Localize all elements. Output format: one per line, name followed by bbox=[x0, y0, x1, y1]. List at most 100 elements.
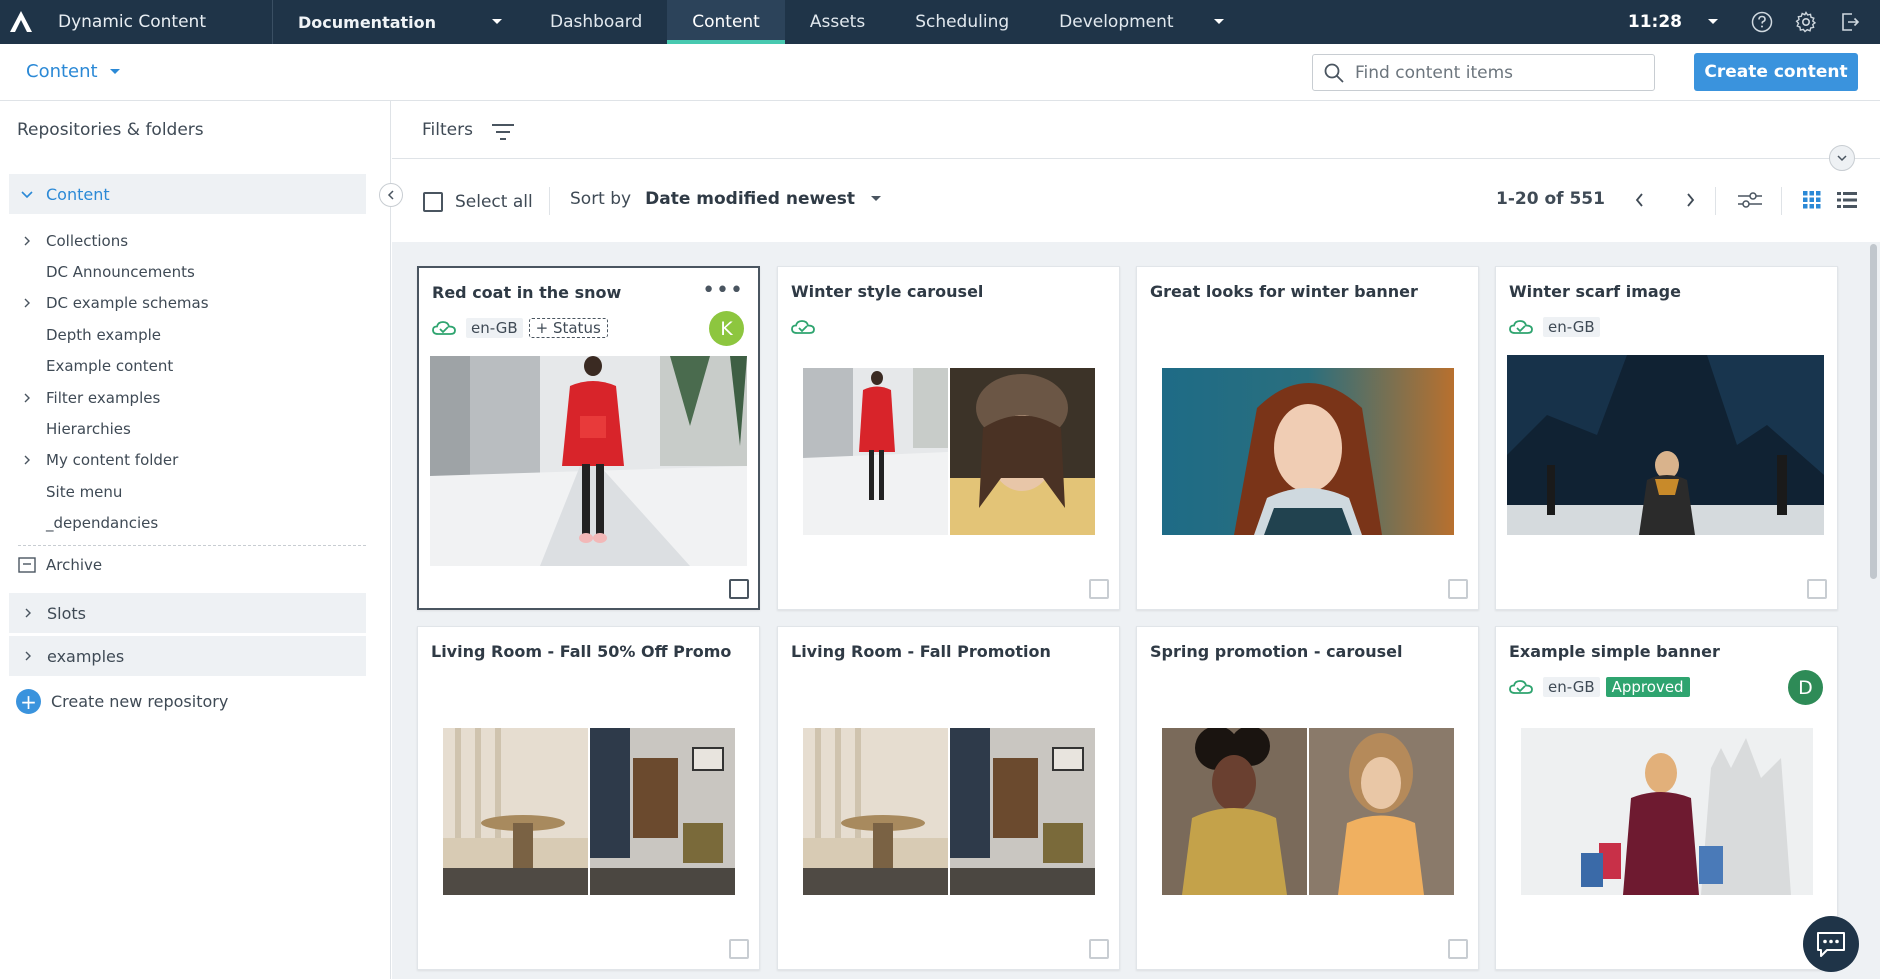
more-options-icon[interactable]: ••• bbox=[702, 278, 744, 303]
gear-icon[interactable] bbox=[1794, 10, 1818, 34]
cloud-published-icon bbox=[1509, 680, 1533, 694]
chevron-right-icon[interactable] bbox=[22, 392, 32, 404]
divider bbox=[18, 545, 366, 546]
archive-label: Archive bbox=[46, 556, 103, 574]
card-meta: en-GB Approved bbox=[1509, 675, 1690, 699]
divider bbox=[1715, 187, 1716, 215]
card-thumbnail bbox=[1507, 355, 1824, 535]
folder-label: Site menu bbox=[46, 482, 123, 501]
folder-item[interactable]: Collections bbox=[0, 225, 366, 256]
sort-by-label: Sort by bbox=[570, 189, 632, 209]
card-checkbox[interactable] bbox=[1448, 579, 1468, 599]
content-grid: Red coat in the snow ••• en-GB + Status … bbox=[392, 242, 1867, 979]
collapse-sidebar-button[interactable] bbox=[379, 183, 403, 207]
next-page-button[interactable] bbox=[1678, 188, 1702, 212]
folder-item[interactable]: Depth example bbox=[0, 319, 366, 350]
tab-scheduling[interactable]: Scheduling bbox=[890, 0, 1034, 44]
chevron-down-icon bbox=[492, 19, 502, 24]
chat-button[interactable] bbox=[1803, 916, 1859, 972]
content-card[interactable]: Great looks for winter banner bbox=[1136, 266, 1479, 610]
content-card[interactable]: Spring promotion - carousel bbox=[1136, 626, 1479, 970]
filters-label[interactable]: Filters bbox=[422, 120, 473, 140]
sidebar-repo-examples[interactable]: examples bbox=[9, 636, 366, 676]
create-content-button[interactable]: Create content bbox=[1694, 53, 1858, 91]
content-card[interactable]: Living Room - Fall 50% Off Promo... bbox=[417, 626, 760, 970]
cloud-published-icon bbox=[791, 320, 815, 334]
sort-value: Date modified newest bbox=[645, 189, 855, 209]
expand-filters-button[interactable] bbox=[1829, 145, 1855, 171]
filter-icon[interactable] bbox=[490, 122, 516, 142]
prev-page-button[interactable] bbox=[1628, 188, 1652, 212]
sidebar-heading: Repositories & folders bbox=[17, 120, 204, 140]
sidebar-repo-slots[interactable]: Slots bbox=[9, 593, 366, 633]
card-checkbox[interactable] bbox=[1448, 939, 1468, 959]
sidebar-repo-content[interactable]: Content bbox=[9, 174, 366, 214]
tab-dashboard[interactable]: Dashboard bbox=[525, 0, 667, 44]
card-checkbox[interactable] bbox=[729, 579, 749, 599]
living-room-images bbox=[443, 728, 735, 895]
view-settings-button[interactable] bbox=[1735, 188, 1765, 212]
grid-scrollbar[interactable] bbox=[1867, 242, 1880, 979]
folder-item[interactable]: My content folder bbox=[0, 445, 366, 476]
folder-item[interactable]: Hierarchies bbox=[0, 413, 366, 444]
folder-label: DC Announcements bbox=[46, 263, 195, 282]
sliders-icon bbox=[1738, 192, 1762, 208]
card-meta bbox=[791, 315, 825, 339]
brand[interactable]: Dynamic Content bbox=[0, 0, 273, 44]
chat-icon bbox=[1817, 932, 1845, 957]
folder-label: DC example schemas bbox=[46, 294, 209, 313]
content-view-selector[interactable]: Content bbox=[26, 61, 122, 82]
card-checkbox[interactable] bbox=[1807, 579, 1827, 599]
card-checkbox[interactable] bbox=[1089, 579, 1109, 599]
folder-item[interactable]: DC example schemas bbox=[0, 288, 366, 319]
folder-item[interactable]: Example content bbox=[0, 351, 366, 382]
chevron-right-icon bbox=[25, 608, 31, 618]
content-card[interactable]: Winter scarf image en-GB bbox=[1495, 266, 1838, 610]
content-card[interactable]: Winter style carousel bbox=[777, 266, 1120, 610]
chevron-right-icon[interactable] bbox=[22, 235, 32, 247]
folder-tree: Collections DC Announcements DC example … bbox=[0, 225, 366, 539]
content-view-label: Content bbox=[26, 61, 98, 82]
folder-item[interactable]: _dependancies bbox=[0, 508, 366, 539]
card-checkbox[interactable] bbox=[1089, 939, 1109, 959]
folder-item[interactable]: Filter examples bbox=[0, 382, 366, 413]
app-title: Dynamic Content bbox=[58, 12, 206, 32]
select-all[interactable]: Select all bbox=[423, 192, 533, 212]
add-status-button[interactable]: + Status bbox=[528, 318, 608, 338]
chevron-right-icon[interactable] bbox=[22, 297, 32, 309]
sort-control[interactable]: Sort by Date modified newest bbox=[570, 189, 883, 209]
folder-item[interactable]: DC Announcements bbox=[0, 256, 366, 287]
grid-view-button[interactable] bbox=[1800, 188, 1824, 212]
chevron-right-icon[interactable] bbox=[22, 454, 32, 466]
nav-more-button[interactable] bbox=[1199, 0, 1239, 44]
tab-development[interactable]: Development bbox=[1034, 0, 1198, 44]
search-input[interactable] bbox=[1355, 62, 1635, 83]
folder-item[interactable]: Site menu bbox=[0, 476, 366, 507]
top-navigation-bar: Dynamic Content Documentation Dashboard … bbox=[0, 0, 1880, 44]
locale-badge: en-GB bbox=[466, 318, 523, 338]
card-title: Red coat in the snow bbox=[432, 283, 622, 302]
card-meta: en-GB + Status bbox=[432, 316, 608, 340]
content-card[interactable]: Example simple banner en-GB Approved D bbox=[1495, 626, 1838, 970]
folder-label: Filter examples bbox=[46, 388, 161, 407]
folder-label: Example content bbox=[46, 357, 174, 376]
select-all-checkbox[interactable] bbox=[423, 192, 443, 212]
tab-assets[interactable]: Assets bbox=[785, 0, 890, 44]
create-repository-button[interactable]: + Create new repository bbox=[16, 689, 228, 714]
content-card[interactable]: Red coat in the snow ••• en-GB + Status … bbox=[417, 266, 760, 610]
help-icon[interactable] bbox=[1750, 10, 1774, 34]
chevron-down-icon[interactable] bbox=[1706, 15, 1720, 29]
content-card[interactable]: Living Room - Fall Promotion bbox=[777, 626, 1120, 970]
hub-selector[interactable]: Documentation bbox=[273, 0, 525, 44]
avatar: K bbox=[709, 311, 744, 346]
scrollbar-thumb[interactable] bbox=[1870, 244, 1877, 579]
archive-link[interactable]: Archive bbox=[18, 556, 102, 574]
card-thumbnail bbox=[803, 368, 1095, 535]
list-view-button[interactable] bbox=[1835, 188, 1859, 212]
tab-content[interactable]: Content bbox=[667, 0, 785, 44]
card-title: Winter scarf image bbox=[1509, 282, 1681, 301]
main-nav: Dashboard Content Assets Scheduling Deve… bbox=[525, 0, 1239, 44]
card-checkbox[interactable] bbox=[729, 939, 749, 959]
simple-banner-image bbox=[1521, 728, 1813, 895]
logout-icon[interactable] bbox=[1838, 10, 1862, 34]
